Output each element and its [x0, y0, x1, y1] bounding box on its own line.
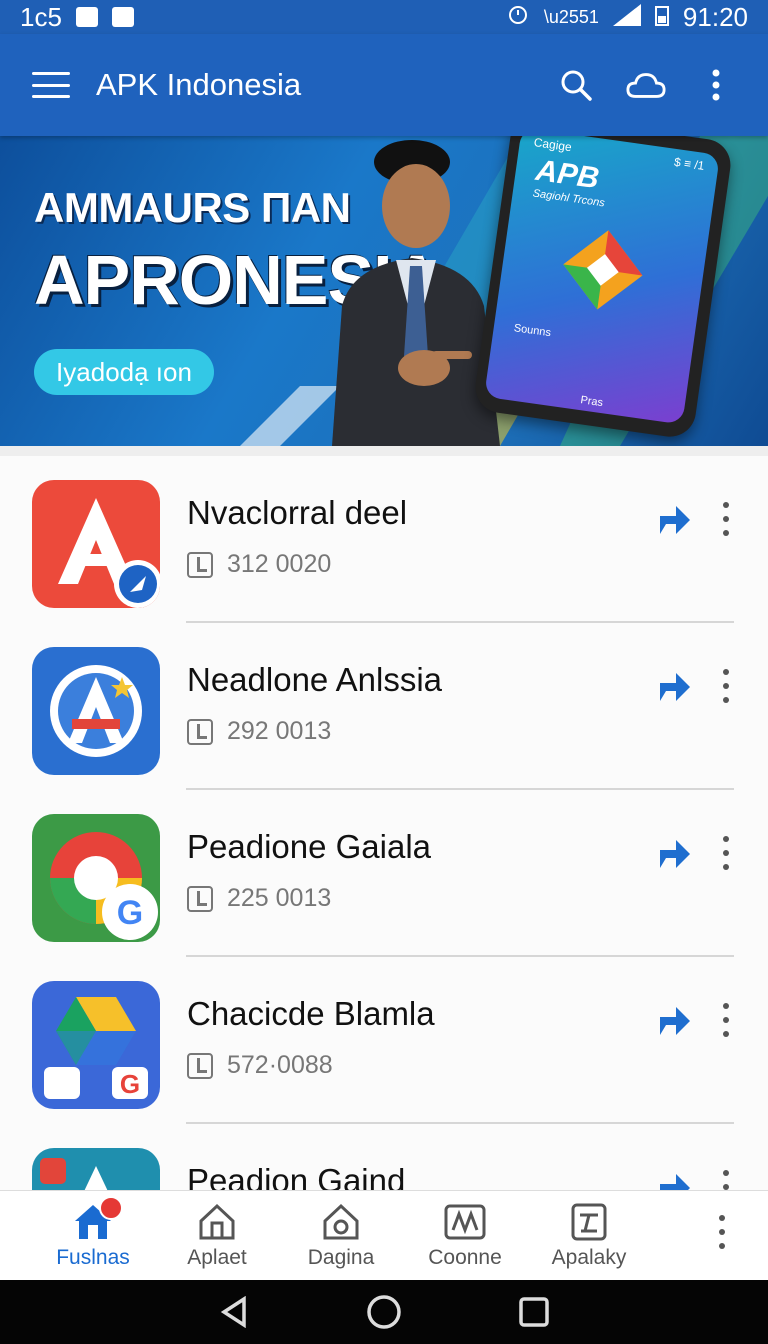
- notification-icon: [75, 7, 98, 27]
- app-meta: 292 0013: [187, 717, 331, 746]
- status-time: 91:20: [682, 1, 748, 32]
- svg-text:G: G: [117, 894, 143, 932]
- notification-badge: [99, 1195, 123, 1220]
- system-nav-bar: [0, 1280, 768, 1344]
- red-a-icon: [32, 480, 160, 608]
- app-name: Chacicde Blamla: [187, 995, 435, 1032]
- list-item[interactable]: G Peadione Gaiala 225 0013: [0, 790, 768, 957]
- download-icon: [187, 885, 213, 912]
- alarm-icon: [506, 2, 530, 33]
- screen: 1c5 \u2551 91:20 APK Indonesia AMMAURS Π…: [0, 0, 768, 1344]
- nav-label: Dagina: [307, 1245, 375, 1269]
- app-meta: 572·0088: [187, 1051, 333, 1080]
- app-list: Nvaclorral deel 312 0020 Neadlone Anlssi…: [0, 446, 768, 1190]
- download-icon: [187, 551, 213, 578]
- app-name: Neadlone Anlssia: [187, 661, 443, 698]
- notification-icon-2: [111, 7, 134, 27]
- nav-item-home[interactable]: Fuslnas: [31, 1195, 155, 1270]
- cloud-icon[interactable]: [626, 65, 666, 105]
- phone-image: Cagige $ ≡ /1 APB Sagiohl Trcons Sounns …: [472, 136, 734, 440]
- phone-top-text: Cagige: [532, 136, 573, 155]
- share-icon[interactable]: [658, 502, 692, 536]
- app-name: Peadione Gaiala: [187, 828, 432, 865]
- nav-label: Aplaet: [187, 1245, 247, 1269]
- phone-foot-text: Sounns: [513, 322, 552, 340]
- nav-item-coonne[interactable]: Coonne: [403, 1202, 527, 1270]
- more-vert-icon[interactable]: [718, 502, 734, 536]
- google-g-icon: G: [32, 814, 160, 942]
- app-name: Nvaclorral deel: [187, 494, 408, 531]
- nav-label: Fuslnas: [56, 1245, 130, 1269]
- battery-icon: [654, 2, 669, 33]
- status-left-text: 1c5: [20, 1, 62, 32]
- list-item[interactable]: Nvaclorral deel 312 0020: [0, 456, 768, 623]
- app-meta: 312 0020: [187, 550, 331, 579]
- chart-icon: [443, 1202, 487, 1242]
- download-icon: [187, 718, 213, 745]
- share-icon[interactable]: [658, 669, 692, 703]
- menu-icon[interactable]: [32, 72, 70, 98]
- house-outline-icon: [195, 1202, 239, 1242]
- nav-item-apalaky[interactable]: Apalaky: [527, 1202, 651, 1270]
- drive-icon: G: [32, 981, 160, 1109]
- app-count: 312 0020: [227, 550, 332, 578]
- promo-banner[interactable]: AMMAURS ΠAN APRONESIA Iyadodạ ıon Cagig…: [0, 136, 768, 446]
- share-icon[interactable]: [658, 836, 692, 870]
- recents-icon[interactable]: [514, 1292, 554, 1332]
- more-vert-icon[interactable]: [718, 1170, 734, 1190]
- home-button-icon[interactable]: [364, 1292, 404, 1332]
- nav-item-aplaet[interactable]: Aplaet: [155, 1202, 279, 1270]
- vibrate-icon: \u2551: [543, 6, 599, 27]
- app-count: 292 0013: [227, 717, 332, 745]
- search-icon[interactable]: [556, 65, 596, 105]
- app-bar: APK Indonesia: [0, 34, 768, 136]
- phone-logo-icon: [563, 230, 643, 310]
- back-icon[interactable]: [214, 1292, 254, 1332]
- app-meta: 225 0013: [187, 884, 331, 913]
- banner-cta-button[interactable]: Iyadodạ ıon: [34, 349, 214, 395]
- phone-foot2-text: Pras: [579, 394, 604, 410]
- status-left: 1c5: [20, 2, 134, 33]
- list-item[interactable]: Peadion Gaind: [0, 1124, 768, 1190]
- more-vert-icon[interactable]: [718, 1003, 734, 1037]
- banner-headline: AMMAURS ΠAN: [34, 184, 351, 231]
- download-icon: [187, 1052, 213, 1079]
- nav-more-icon[interactable]: [714, 1215, 730, 1249]
- app-actions: [556, 65, 736, 105]
- status-bar: 1c5 \u2551 91:20: [0, 0, 768, 34]
- list-item[interactable]: Neadlone Anlssia 292 0013: [0, 623, 768, 790]
- nav-label: Apalaky: [551, 1245, 627, 1269]
- more-vert-icon[interactable]: [696, 65, 736, 105]
- status-right: \u2551 91:20: [506, 2, 748, 33]
- phone-screen: Cagige $ ≡ /1 APB Sagiohl Trcons Sounns …: [484, 136, 720, 425]
- app-title: APK Indonesia: [96, 67, 302, 102]
- phone-top-right-text: $ ≡ /1: [673, 154, 706, 173]
- svg-text:G: G: [120, 1069, 140, 1099]
- nav-item-dagina[interactable]: Dagina: [279, 1202, 403, 1270]
- more-vert-icon[interactable]: [718, 669, 734, 703]
- bottom-nav: Fuslnas Aplaet Dagina Coonne Apalaky: [0, 1190, 768, 1280]
- share-icon[interactable]: [658, 1003, 692, 1037]
- store-icon: [319, 1202, 363, 1242]
- more-vert-icon[interactable]: [718, 836, 734, 870]
- app-count: 572·0088: [227, 1051, 333, 1079]
- tablet-icon: [567, 1202, 611, 1242]
- blue-a-icon: [32, 647, 160, 775]
- list-item[interactable]: G Chacicde Blamla 572·0088: [0, 957, 768, 1124]
- nav-label: Coonne: [428, 1245, 502, 1269]
- app-name: Peadion Gaind: [187, 1162, 406, 1190]
- partial-app-icon: [32, 1148, 160, 1190]
- share-icon[interactable]: [658, 1170, 692, 1190]
- signal-icon: [612, 2, 641, 33]
- app-count: 225 0013: [227, 884, 332, 912]
